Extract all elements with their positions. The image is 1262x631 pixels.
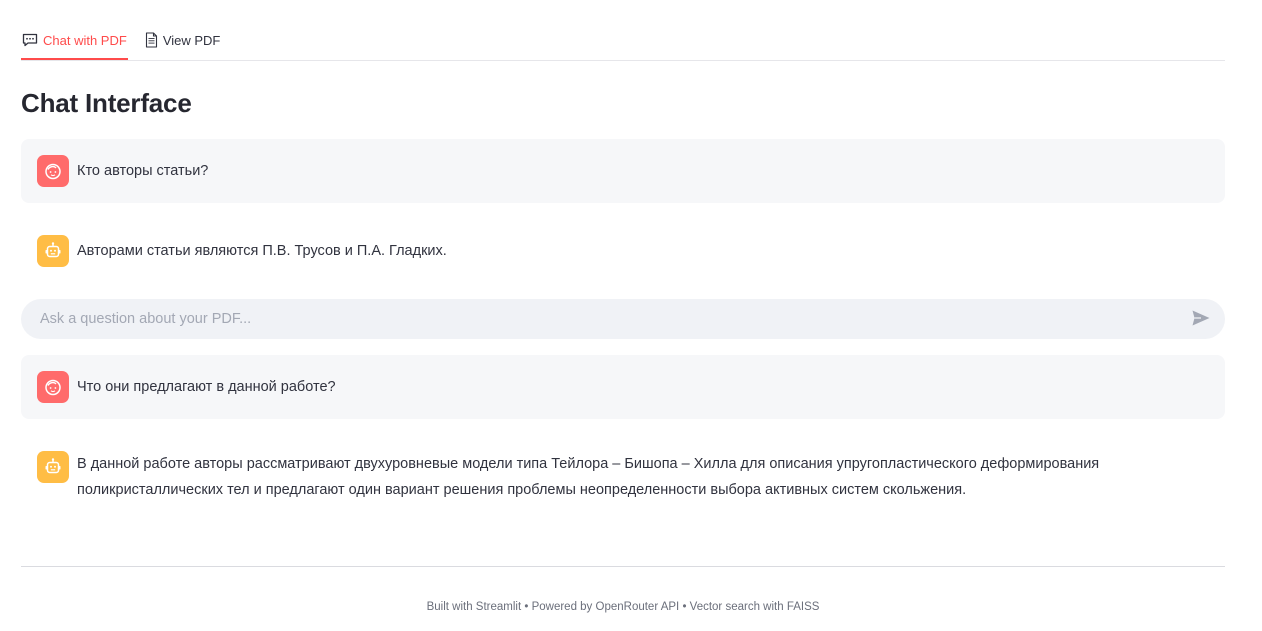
message-text: Кто авторы статьи? [77,163,209,179]
chat-message-assistant: В данной работе авторы рассматривают дву… [21,451,1225,507]
chat-message-user: Кто авторы статьи? [21,139,1225,203]
chat-bubble-icon [22,33,38,47]
user-face-icon [37,371,69,403]
tab-view-pdf[interactable]: View PDF [144,22,222,58]
send-icon [1191,309,1211,330]
footer-text: Built with Streamlit • Powered by OpenRo… [426,601,820,613]
robot-icon [37,451,69,483]
chat-input[interactable] [38,310,1187,328]
robot-icon [37,235,69,267]
tab-label: View PDF [162,32,221,48]
user-face-icon [37,155,69,187]
app-page: Chat with PDF View PDF Chat Interface Кт… [0,0,1262,631]
document-icon [145,32,158,48]
chat-message-user: Что они предлагают в данной работе? [21,355,1225,419]
send-button[interactable] [1187,305,1215,333]
message-text: Авторами статьи являются П.В. Трусов и П… [77,243,447,259]
footer-divider [21,566,1225,567]
chat-message-assistant: Авторами статьи являются П.В. Трусов и П… [21,235,1225,267]
page-title: Chat Interface [21,88,192,118]
chat-input-container [21,299,1225,339]
message-text: Что они предлагают в данной работе? [77,379,336,395]
tab-chat-with-pdf[interactable]: Chat with PDF [21,22,128,60]
tab-label: Chat with PDF [43,32,127,48]
tab-bar: Chat with PDF View PDF [21,22,1225,61]
message-text: В данной работе авторы рассматривают дву… [77,456,1100,498]
